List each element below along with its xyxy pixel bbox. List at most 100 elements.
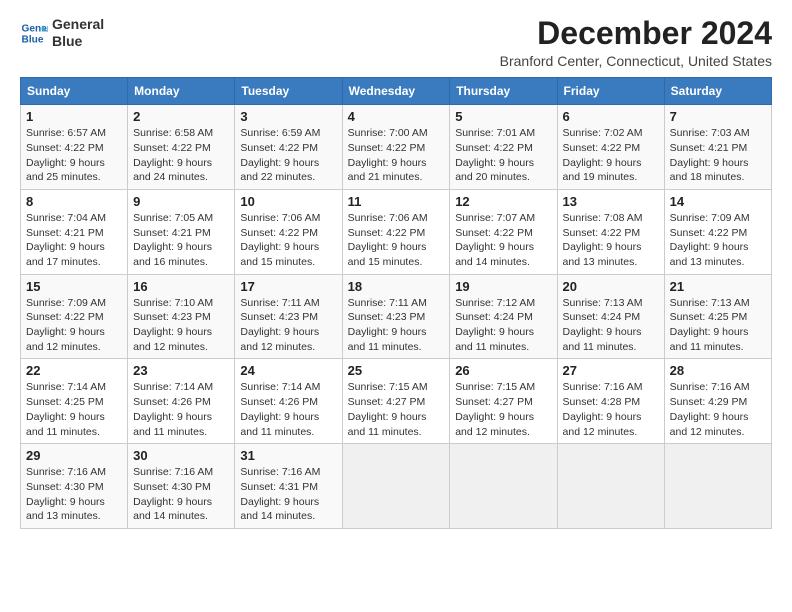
calendar-day-cell: 2 Sunrise: 6:58 AM Sunset: 4:22 PM Daylig… [128,105,235,190]
calendar-day-cell: 28 Sunrise: 7:16 AM Sunset: 4:29 PM Dayli… [664,359,771,444]
day-number: 13 [563,194,659,209]
weekday-header: Monday [128,78,235,105]
day-info: Sunrise: 6:58 AM Sunset: 4:22 PM Dayligh… [133,126,229,185]
calendar-day-cell: 20Sunrise: 7:13 AM Sunset: 4:24 PM Dayli… [557,274,664,359]
calendar-day-cell: 3Sunrise: 6:59 AM Sunset: 4:22 PM Daylig… [235,105,342,190]
svg-text:Blue: Blue [22,34,44,45]
day-info: Sunrise: 7:06 AM Sunset: 4:22 PM Dayligh… [240,211,336,270]
day-info: Sunrise: 7:15 AM Sunset: 4:27 PM Dayligh… [348,380,445,439]
calendar-day-cell: 16Sunrise: 7:10 AM Sunset: 4:23 PM Dayli… [128,274,235,359]
day-number: 2 [133,109,229,124]
logo-line2: Blue [52,33,104,50]
calendar-day-cell [342,444,450,529]
day-number: 5 [455,109,551,124]
calendar-day-cell: 11 Sunrise: 7:06 AM Sunset: 4:22 PM Dayli… [342,189,450,274]
calendar-day-cell: 6 Sunrise: 7:02 AM Sunset: 4:22 PM Daylig… [557,105,664,190]
calendar-day-cell: 29 Sunrise: 7:16 AM Sunset: 4:30 PM Dayli… [21,444,128,529]
day-info: Sunrise: 7:16 AM Sunset: 4:30 PM Dayligh… [26,465,122,524]
day-number: 1 [26,109,122,124]
day-number: 23 [133,363,229,378]
title-block: December 2024 Branford Center, Connectic… [500,16,772,69]
day-info: Sunrise: 7:03 AM Sunset: 4:21 PM Dayligh… [670,126,766,185]
logo: General Blue General Blue [20,16,104,50]
day-number: 12 [455,194,551,209]
day-info: Sunrise: 7:07 AM Sunset: 4:22 PM Dayligh… [455,211,551,270]
calendar-day-cell: 25 Sunrise: 7:15 AM Sunset: 4:27 PM Dayli… [342,359,450,444]
day-info: Sunrise: 7:09 AM Sunset: 4:22 PM Dayligh… [26,296,122,355]
calendar-day-cell: 24 Sunrise: 7:14 AM Sunset: 4:26 PM Dayli… [235,359,342,444]
calendar-day-cell: 5 Sunrise: 7:01 AM Sunset: 4:22 PM Daylig… [450,105,557,190]
calendar-week-row: 22 Sunrise: 7:14 AM Sunset: 4:25 PM Dayli… [21,359,772,444]
day-info: Sunrise: 7:09 AM Sunset: 4:22 PM Dayligh… [670,211,766,270]
calendar-day-cell: 15 Sunrise: 7:09 AM Sunset: 4:22 PM Dayli… [21,274,128,359]
day-number: 17 [240,279,336,294]
calendar-week-row: 15 Sunrise: 7:09 AM Sunset: 4:22 PM Dayli… [21,274,772,359]
page-title: December 2024 [500,16,772,51]
day-info: Sunrise: 7:06 AM Sunset: 4:22 PM Dayligh… [348,211,445,270]
day-number: 31 [240,448,336,463]
day-number: 20 [563,279,659,294]
calendar-day-cell: 4Sunrise: 7:00 AM Sunset: 4:22 PM Daylig… [342,105,450,190]
calendar-day-cell: 18Sunrise: 7:11 AM Sunset: 4:23 PM Dayli… [342,274,450,359]
day-number: 11 [348,194,445,209]
calendar-day-cell: 10Sunrise: 7:06 AM Sunset: 4:22 PM Dayli… [235,189,342,274]
day-number: 19 [455,279,551,294]
day-info: Sunrise: 7:13 AM Sunset: 4:25 PM Dayligh… [670,296,766,355]
day-number: 3 [240,109,336,124]
day-info: Sunrise: 7:16 AM Sunset: 4:31 PM Dayligh… [240,465,336,524]
day-info: Sunrise: 7:11 AM Sunset: 4:23 PM Dayligh… [240,296,336,355]
calendar-day-cell: 22 Sunrise: 7:14 AM Sunset: 4:25 PM Dayli… [21,359,128,444]
day-number: 25 [348,363,445,378]
calendar-day-cell: 26 Sunrise: 7:15 AM Sunset: 4:27 PM Dayli… [450,359,557,444]
calendar-day-cell: 21 Sunrise: 7:13 AM Sunset: 4:25 PM Dayli… [664,274,771,359]
day-info: Sunrise: 7:11 AM Sunset: 4:23 PM Dayligh… [348,296,445,355]
day-number: 16 [133,279,229,294]
day-number: 27 [563,363,659,378]
day-info: Sunrise: 7:14 AM Sunset: 4:25 PM Dayligh… [26,380,122,439]
logo-text: General Blue [52,16,104,50]
day-info: Sunrise: 7:14 AM Sunset: 4:26 PM Dayligh… [240,380,336,439]
day-number: 21 [670,279,766,294]
calendar-day-cell: 12 Sunrise: 7:07 AM Sunset: 4:22 PM Dayli… [450,189,557,274]
day-number: 9 [133,194,229,209]
calendar-day-cell: 30Sunrise: 7:16 AM Sunset: 4:30 PM Dayli… [128,444,235,529]
weekday-header: Friday [557,78,664,105]
day-info: Sunrise: 7:15 AM Sunset: 4:27 PM Dayligh… [455,380,551,439]
day-number: 22 [26,363,122,378]
day-info: Sunrise: 7:16 AM Sunset: 4:28 PM Dayligh… [563,380,659,439]
calendar-day-cell: 19Sunrise: 7:12 AM Sunset: 4:24 PM Dayli… [450,274,557,359]
calendar-header-row: SundayMondayTuesdayWednesdayThursdayFrid… [21,78,772,105]
day-info: Sunrise: 7:14 AM Sunset: 4:26 PM Dayligh… [133,380,229,439]
calendar-day-cell: 7 Sunrise: 7:03 AM Sunset: 4:21 PM Daylig… [664,105,771,190]
day-number: 26 [455,363,551,378]
day-number: 7 [670,109,766,124]
day-info: Sunrise: 7:00 AM Sunset: 4:22 PM Dayligh… [348,126,445,185]
calendar-day-cell: 14 Sunrise: 7:09 AM Sunset: 4:22 PM Dayli… [664,189,771,274]
weekday-header: Sunday [21,78,128,105]
calendar-day-cell [557,444,664,529]
calendar-day-cell: 31 Sunrise: 7:16 AM Sunset: 4:31 PM Dayli… [235,444,342,529]
day-number: 15 [26,279,122,294]
calendar-day-cell: 27 Sunrise: 7:16 AM Sunset: 4:28 PM Dayli… [557,359,664,444]
weekday-header: Saturday [664,78,771,105]
day-number: 24 [240,363,336,378]
calendar-day-cell: 13Sunrise: 7:08 AM Sunset: 4:22 PM Dayli… [557,189,664,274]
calendar-day-cell: 23 Sunrise: 7:14 AM Sunset: 4:26 PM Dayli… [128,359,235,444]
day-info: Sunrise: 7:05 AM Sunset: 4:21 PM Dayligh… [133,211,229,270]
calendar-week-row: 1Sunrise: 6:57 AM Sunset: 4:22 PM Daylig… [21,105,772,190]
calendar-day-cell [664,444,771,529]
day-info: Sunrise: 7:16 AM Sunset: 4:29 PM Dayligh… [670,380,766,439]
weekday-header: Thursday [450,78,557,105]
day-number: 29 [26,448,122,463]
day-info: Sunrise: 7:04 AM Sunset: 4:21 PM Dayligh… [26,211,122,270]
day-number: 6 [563,109,659,124]
day-info: Sunrise: 7:02 AM Sunset: 4:22 PM Dayligh… [563,126,659,185]
calendar-week-row: 29 Sunrise: 7:16 AM Sunset: 4:30 PM Dayli… [21,444,772,529]
day-number: 14 [670,194,766,209]
day-info: Sunrise: 7:01 AM Sunset: 4:22 PM Dayligh… [455,126,551,185]
calendar-day-cell: 8Sunrise: 7:04 AM Sunset: 4:21 PM Daylig… [21,189,128,274]
day-number: 30 [133,448,229,463]
calendar-week-row: 8Sunrise: 7:04 AM Sunset: 4:21 PM Daylig… [21,189,772,274]
page-subtitle: Branford Center, Connecticut, United Sta… [500,53,772,69]
day-number: 28 [670,363,766,378]
